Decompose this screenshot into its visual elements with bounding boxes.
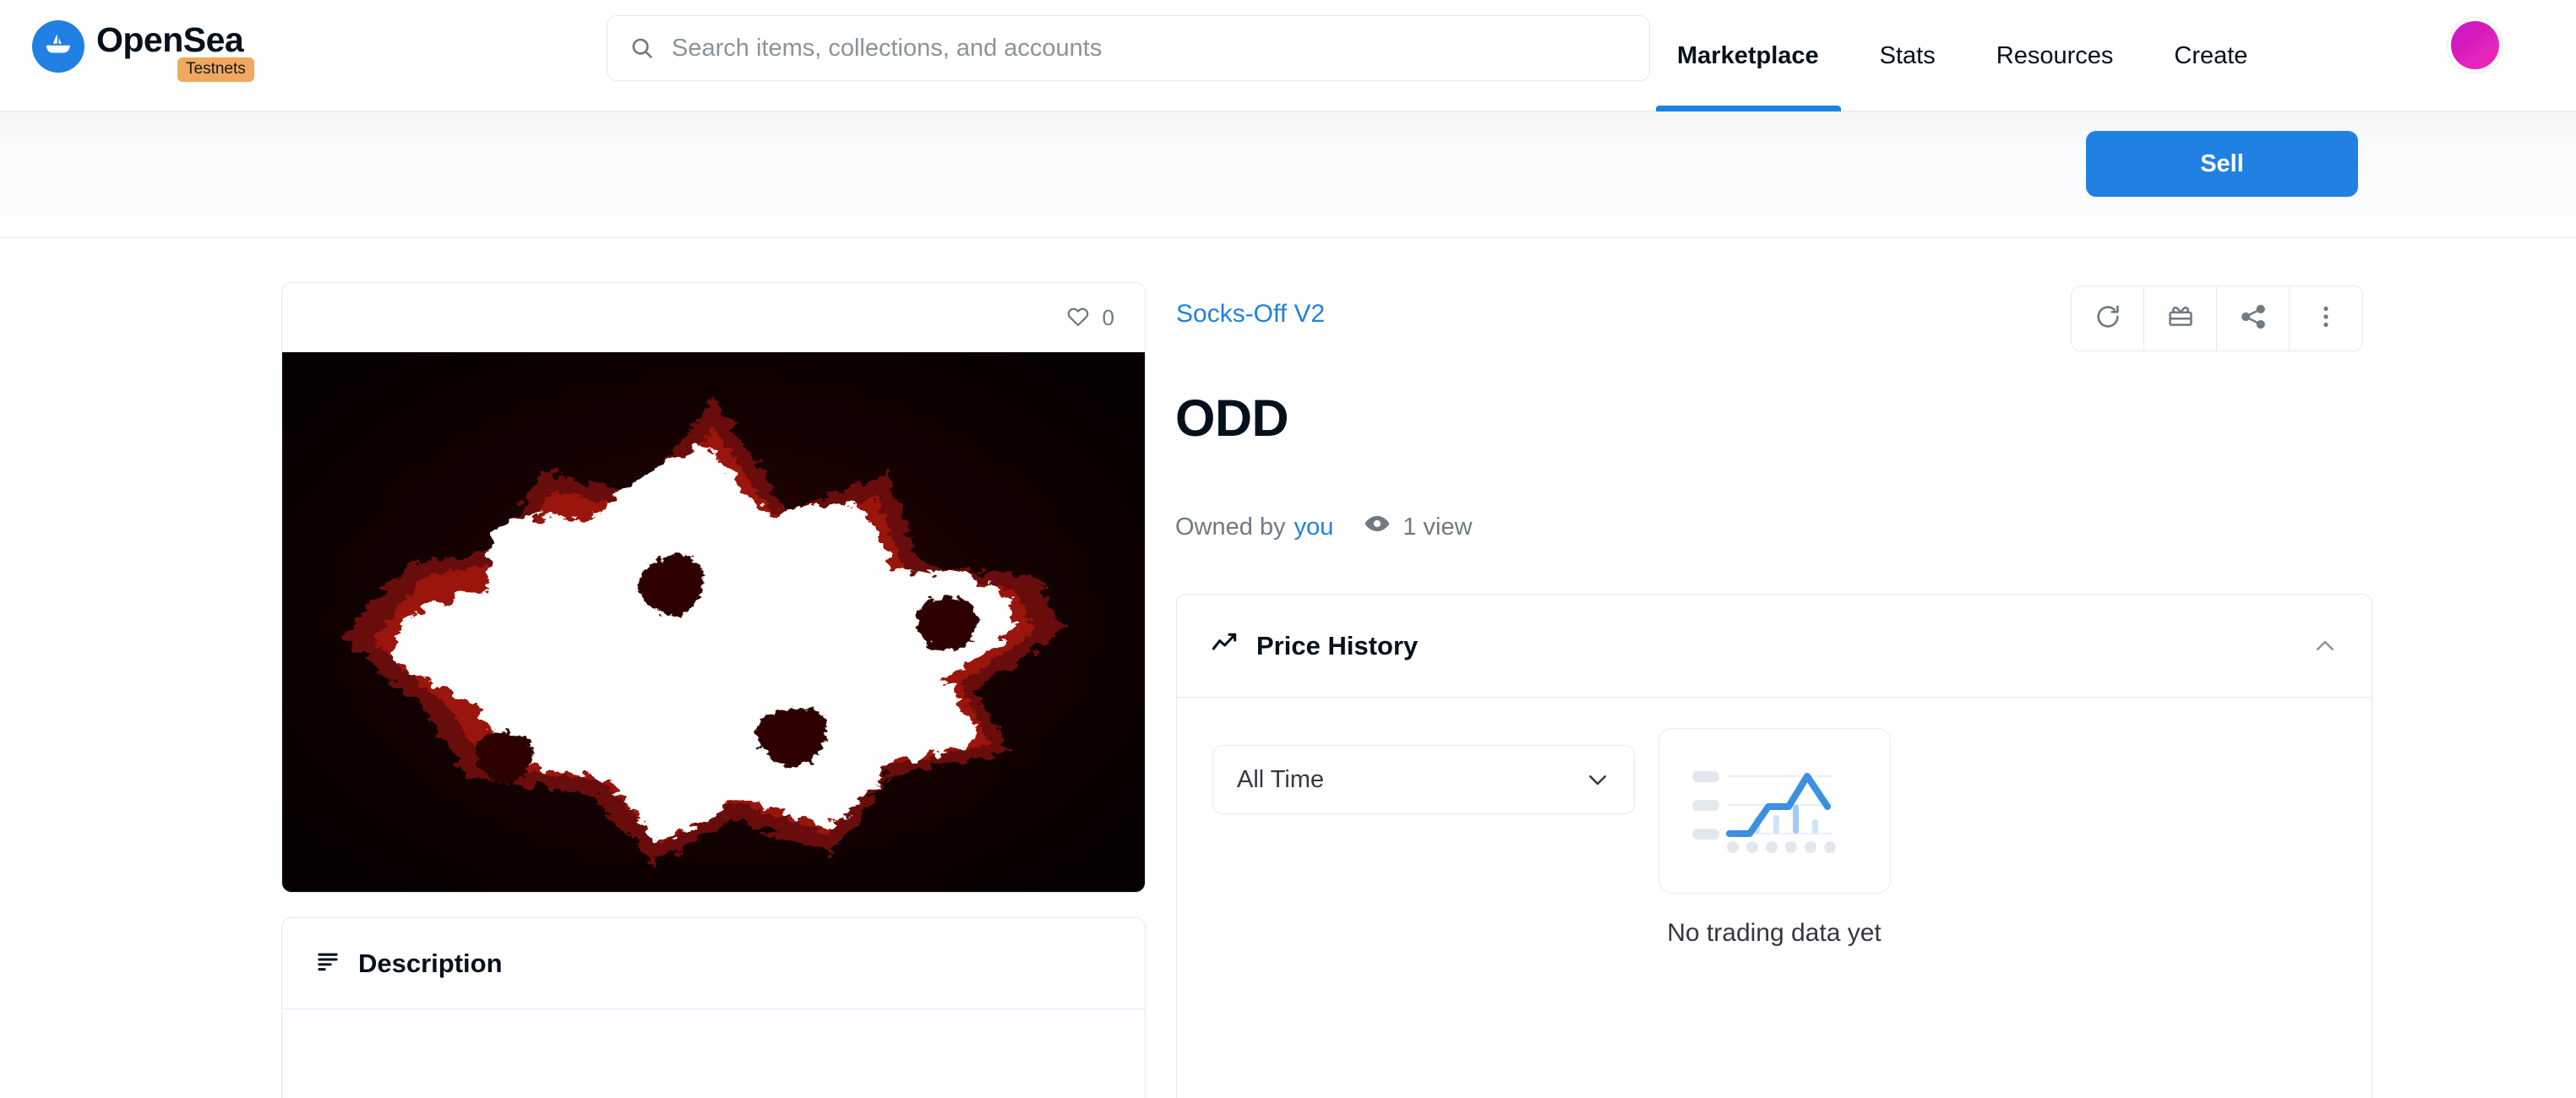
sell-button[interactable]: Sell (2086, 131, 2358, 197)
more-vertical-icon (2312, 302, 2340, 335)
share-button[interactable] (2217, 286, 2290, 351)
description-header[interactable]: Description (282, 918, 1145, 1009)
nav-label-resources: Resources (1996, 41, 2114, 69)
description-title: Description (358, 948, 503, 978)
share-icon (2239, 302, 2268, 335)
nav-item-stats[interactable]: Stats (1880, 0, 1936, 111)
refresh-metadata-button[interactable] (2072, 286, 2144, 351)
views-count: 1 view (1402, 513, 1473, 541)
owned-by-label: Owned by (1175, 513, 1286, 541)
owner-link[interactable]: you (1294, 514, 1334, 541)
search-bar[interactable] (607, 15, 1650, 81)
page-title: ODD (1175, 389, 1289, 447)
item-actions (2071, 285, 2363, 351)
avatar[interactable] (2451, 21, 2499, 69)
price-history-empty-state: No trading data yet (1177, 728, 2372, 948)
julia-set-fractal-artwork (282, 352, 1145, 892)
chart-placeholder-icon (1658, 728, 1891, 894)
primary-nav: Marketplace Stats Resources Create (1656, 0, 2308, 111)
item-card-header: 0 (282, 283, 1145, 352)
description-body (282, 1009, 1145, 1098)
collection-link[interactable]: Socks-Off V2 (1176, 300, 1325, 329)
price-history-panel: Price History All Time No trading data y… (1176, 594, 2372, 1098)
eye-icon (1364, 510, 1391, 544)
nav-item-resources[interactable]: Resources (1996, 0, 2114, 111)
site-header: OpenSea Testnets Marketplace Stats Resou… (0, 0, 2576, 111)
chevron-up-icon[interactable] (2312, 633, 2338, 659)
favorite-count: 0 (1102, 304, 1114, 330)
nav-label-marketplace: Marketplace (1677, 41, 1819, 69)
gift-icon (2166, 302, 2195, 335)
nav-item-marketplace[interactable]: Marketplace (1656, 0, 1841, 111)
price-history-body: All Time No trading data yet (1177, 698, 2372, 1098)
gift-button[interactable] (2144, 286, 2217, 351)
opensea-ship-icon (32, 20, 84, 73)
brand-logo-link[interactable]: OpenSea Testnets (32, 20, 254, 82)
ownership-row: Owned by you 1 view (1175, 510, 1473, 544)
list-lines-icon (316, 949, 340, 977)
nav-item-create[interactable]: Create (2174, 0, 2247, 111)
nav-label-stats: Stats (1879, 41, 1936, 69)
price-history-title: Price History (1256, 630, 1419, 660)
empty-state-text: No trading data yet (1667, 919, 1882, 947)
trend-line-icon (1211, 630, 1238, 661)
refresh-icon (2094, 302, 2122, 335)
description-card: Description (281, 917, 1146, 1098)
search-icon (629, 35, 655, 61)
favorite-button[interactable]: 0 (1065, 302, 1114, 334)
heart-icon (1065, 302, 1092, 334)
search-input[interactable] (672, 34, 1627, 63)
testnets-badge: Testnets (177, 57, 254, 82)
brand-name: OpenSea (96, 20, 244, 59)
price-history-header[interactable]: Price History (1177, 595, 2372, 698)
more-options-button[interactable] (2290, 286, 2362, 351)
views-group: 1 view (1364, 510, 1473, 544)
nav-label-create: Create (2174, 41, 2248, 69)
item-media-card: 0 (281, 282, 1146, 893)
